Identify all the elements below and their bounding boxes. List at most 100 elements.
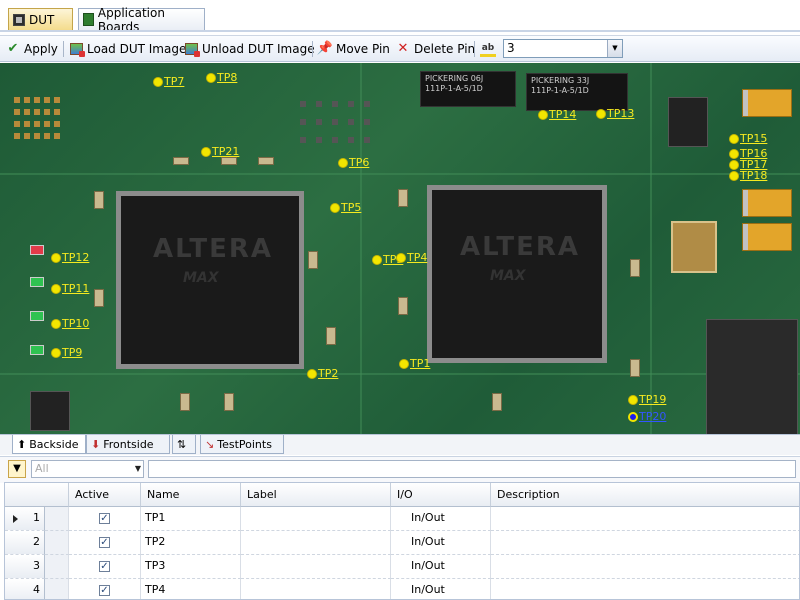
column-header-active[interactable]: Active <box>69 483 141 507</box>
testpoint-label: TP8 <box>217 71 238 84</box>
testpoint-marker-tp2[interactable]: TP2 <box>307 367 338 380</box>
testpoint-label: TP2 <box>318 367 339 380</box>
active-checkbox[interactable]: ✓ <box>99 513 110 524</box>
active-cell[interactable]: ✓ <box>69 579 141 599</box>
active-checkbox[interactable]: ✓ <box>99 561 110 572</box>
testpoint-marker-tp19[interactable]: TP19 <box>628 393 666 406</box>
delete-icon: ✕ <box>397 41 409 56</box>
testpoint-marker-tp7[interactable]: TP7 <box>153 75 184 88</box>
relay-1-line1: PICKERING 06J <box>425 74 484 83</box>
name-cell[interactable]: TP3 <box>141 555 241 579</box>
load-dut-image-button[interactable]: Load DUT Image <box>70 39 186 59</box>
column-header-description[interactable]: Description <box>491 483 799 507</box>
testpoint-marker-tp10[interactable]: TP10 <box>51 317 89 330</box>
testpoint-marker-tp20[interactable]: TP20 <box>628 410 666 423</box>
table-row[interactable]: 4 ✓ TP4 In/Out <box>5 579 799 599</box>
testpoint-dot <box>338 157 348 168</box>
capacitor <box>742 223 792 251</box>
table-row[interactable]: 3 ✓ TP3 In/Out <box>5 555 799 579</box>
view-tab-bar: ⬆ Backside ⬇ Frontside ⇅ ↘ TestPoints <box>0 434 800 455</box>
active-checkbox[interactable]: ✓ <box>99 585 110 596</box>
tab-application-boards[interactable]: Application Boards <box>78 6 205 34</box>
move-label: Move Pin <box>336 42 390 56</box>
name-cell[interactable]: TP4 <box>141 579 241 599</box>
pin-icon: 📌 <box>316 41 334 56</box>
testpoint-marker-tp8[interactable]: TP8 <box>206 71 237 84</box>
chevron-down-icon[interactable]: ▼ <box>135 461 141 477</box>
description-cell[interactable] <box>491 555 799 579</box>
label-cell[interactable] <box>241 531 391 555</box>
testpoint-dot <box>538 109 548 120</box>
smd-component <box>492 393 502 411</box>
unload-dut-image-button[interactable]: Unload DUT Image <box>185 39 315 59</box>
tab-frontside[interactable]: ⬇ Frontside <box>86 435 170 454</box>
filter-combo[interactable]: All ▼ <box>31 460 144 478</box>
active-cell[interactable]: ✓ <box>69 555 141 579</box>
name-cell[interactable]: TP1 <box>141 507 241 531</box>
move-pin-button[interactable]: 📌 Move Pin <box>316 39 390 59</box>
apply-label: Apply <box>24 42 58 56</box>
label-cell[interactable] <box>241 579 391 599</box>
label-cell[interactable] <box>241 555 391 579</box>
filter-icon[interactable]: ▼ <box>8 460 26 478</box>
testpoint-marker-tp14[interactable]: TP14 <box>538 108 576 121</box>
apply-button[interactable]: ✔ Apply <box>6 39 58 59</box>
label-size-icon-wrap: ab <box>480 39 496 59</box>
swap-sides-button[interactable]: ⇅ <box>172 435 196 454</box>
filter-input[interactable] <box>148 460 796 478</box>
io-cell[interactable]: In/Out <box>391 531 491 555</box>
testpoint-marker-tp13[interactable]: TP13 <box>596 107 634 120</box>
row-spacer <box>45 531 69 555</box>
fpga-model: MAX <box>183 270 219 286</box>
column-header-label[interactable]: Label <box>241 483 391 507</box>
table-row[interactable]: 2 ✓ TP2 In/Out <box>5 531 799 555</box>
chevron-down-icon[interactable]: ▼ <box>607 40 622 57</box>
description-cell[interactable] <box>491 507 799 531</box>
led-red <box>30 245 44 255</box>
smd-component <box>326 327 336 345</box>
active-checkbox[interactable]: ✓ <box>99 537 110 548</box>
tab-backside[interactable]: ⬆ Backside <box>12 435 86 454</box>
led-green <box>30 277 44 287</box>
tab-testpoints[interactable]: ↘ TestPoints <box>200 435 284 454</box>
description-cell[interactable] <box>491 531 799 555</box>
testpoint-marker-tp15[interactable]: TP15 <box>729 132 767 145</box>
testpoint-dot <box>372 254 382 265</box>
pin-size-combo[interactable]: 3 ▼ <box>503 39 623 58</box>
testpoint-marker-tp4[interactable]: TP4 <box>396 251 427 264</box>
column-header-name[interactable]: Name <box>141 483 241 507</box>
testpoint-label: TP7 <box>164 75 185 88</box>
testpoint-marker-tp1[interactable]: TP1 <box>399 357 430 370</box>
description-cell[interactable] <box>491 579 799 599</box>
testpoint-dot-selected <box>628 411 638 422</box>
io-cell[interactable]: In/Out <box>391 555 491 579</box>
smd-component <box>258 157 274 165</box>
io-cell[interactable]: In/Out <box>391 507 491 531</box>
tab-divider <box>0 30 800 32</box>
active-cell[interactable]: ✓ <box>69 507 141 531</box>
column-header-io[interactable]: I/O <box>391 483 491 507</box>
io-cell[interactable]: In/Out <box>391 579 491 599</box>
filter-bar: ▼ All ▼ <box>0 456 800 483</box>
testpoint-marker-tp21[interactable]: TP21 <box>201 145 239 158</box>
fpga-brand: ALTERA <box>460 232 581 262</box>
testpoint-marker-tp12[interactable]: TP12 <box>51 251 89 264</box>
testpoint-marker-tp6[interactable]: TP6 <box>338 156 369 169</box>
testpoint-marker-tp5[interactable]: TP5 <box>330 201 361 214</box>
testpoint-marker-tp18[interactable]: TP18 <box>729 169 767 182</box>
smd-component <box>224 393 234 411</box>
row-number: 4 <box>5 579 45 599</box>
testpoint-marker-tp9[interactable]: TP9 <box>51 346 82 359</box>
relay-2-line1: PICKERING 33J <box>531 76 590 85</box>
trace <box>0 373 800 375</box>
tab-dut[interactable]: DUT <box>8 8 73 30</box>
label-cell[interactable] <box>241 507 391 531</box>
name-cell[interactable]: TP2 <box>141 531 241 555</box>
testpoint-marker-tp11[interactable]: TP11 <box>51 282 89 295</box>
trace <box>0 173 800 175</box>
testpoint-label: TP18 <box>740 169 768 182</box>
delete-pin-button[interactable]: ✕ Delete Pin <box>396 39 476 59</box>
table-row[interactable]: 1 ✓ TP1 In/Out <box>5 507 799 531</box>
dut-board-image[interactable]: PICKERING 06J 111P-1-A-5/1D PICKERING 33… <box>0 63 800 434</box>
active-cell[interactable]: ✓ <box>69 531 141 555</box>
